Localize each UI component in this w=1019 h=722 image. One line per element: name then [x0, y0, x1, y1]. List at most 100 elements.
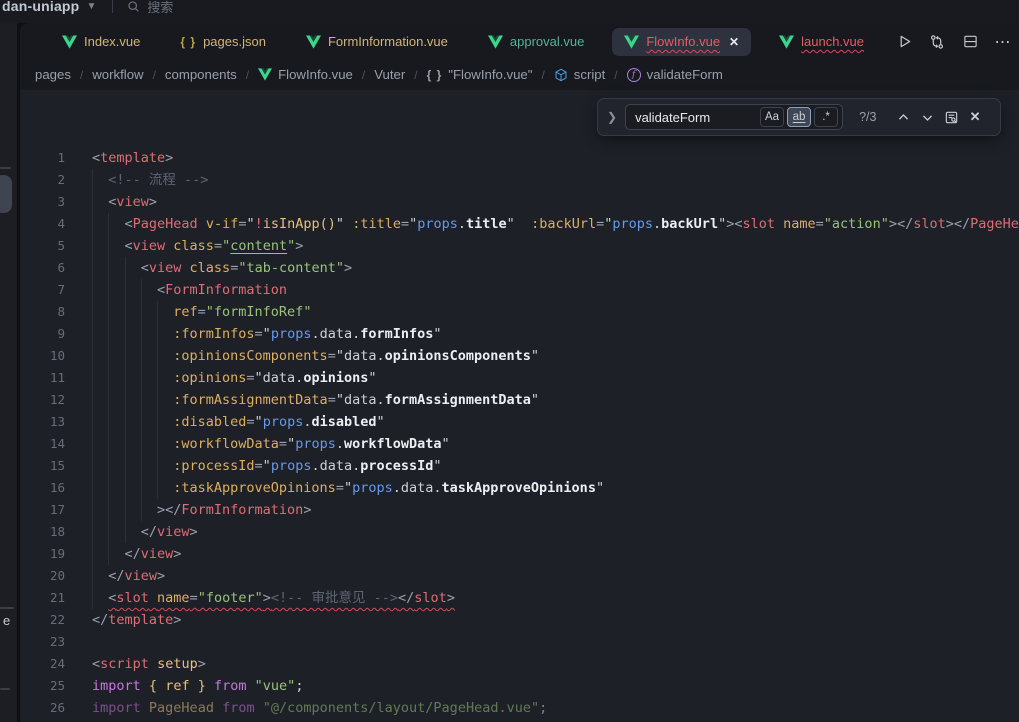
divider	[112, 0, 113, 13]
breadcrumb-item[interactable]: fvalidateForm	[625, 67, 725, 82]
vue-icon	[258, 68, 272, 81]
code-line[interactable]: 19</view>	[20, 543, 1019, 565]
breadcrumb: pages/workflow/components/FlowInfo.vue/V…	[20, 60, 1019, 89]
breadcrumb-separator: /	[407, 68, 424, 82]
code-line[interactable]: 15:processId="props.data.processId"	[20, 455, 1019, 477]
line-number: 11	[20, 367, 65, 389]
tab-label: pages.json	[203, 34, 266, 49]
breadcrumb-item[interactable]: FlowInfo.vue	[256, 67, 355, 82]
code-line[interactable]: 8ref="formInfoRef"	[20, 301, 1019, 323]
line-number: 21	[20, 587, 65, 609]
previous-match-icon[interactable]	[891, 105, 915, 129]
breadcrumb-separator: /	[239, 68, 256, 82]
code-line[interactable]: 5<view class="content">	[20, 235, 1019, 257]
code-line[interactable]: 23	[20, 631, 1019, 653]
braces-gray-icon: { }	[427, 68, 443, 82]
tab-pages-json[interactable]: { }pages.json	[160, 28, 286, 56]
breadcrumb-item[interactable]: pages	[33, 67, 73, 82]
project-selector[interactable]: dan-uniapp	[2, 0, 79, 14]
whole-word-toggle[interactable]: ab	[787, 107, 811, 127]
code-line-content: <template>	[92, 147, 173, 169]
code-line-content: <!-- 流程 -->	[92, 169, 208, 191]
code-line[interactable]: 12:formAssignmentData="data.formAssignme…	[20, 389, 1019, 411]
tab-index-vue[interactable]: Index.vue	[42, 28, 160, 56]
breadcrumb-label: workflow	[92, 67, 143, 82]
code-line[interactable]: 22</template>	[20, 609, 1019, 631]
code-line[interactable]: 7<FormInformation	[20, 279, 1019, 301]
code-line-content: :opinionsComponents="data.opinionsCompon…	[92, 345, 539, 367]
code-line[interactable]: 13:disabled="props.disabled"	[20, 411, 1019, 433]
code-line-content: :taskApproveOpinions="props.data.taskApp…	[92, 477, 604, 499]
tab-forminformation-vue[interactable]: FormInformation.vue	[286, 28, 468, 56]
vue-icon	[488, 35, 503, 49]
code-line[interactable]: 4<PageHead v-if="!isInApp()" :title="pro…	[20, 213, 1019, 235]
line-number: 26	[20, 697, 65, 719]
code-line[interactable]: 16:taskApproveOpinions="props.data.taskA…	[20, 477, 1019, 499]
close-icon[interactable]: ✕	[729, 35, 739, 49]
breadcrumb-separator: /	[146, 68, 163, 82]
search-icon	[127, 0, 140, 13]
breadcrumb-item[interactable]: { } "FlowInfo.vue"	[425, 67, 535, 82]
code-line[interactable]: 20</view>	[20, 565, 1019, 587]
chevron-down-icon: ▼	[86, 1, 96, 12]
find-query[interactable]: validateForm	[635, 110, 757, 125]
close-icon[interactable]: ✕	[963, 105, 987, 129]
regex-toggle[interactable]: .*	[814, 107, 838, 127]
vue-icon	[62, 35, 77, 49]
breadcrumb-item[interactable]: workflow	[90, 67, 145, 82]
breadcrumb-separator: /	[355, 68, 372, 82]
code-line[interactable]: 25import { ref } from "vue";	[20, 675, 1019, 697]
code-line[interactable]: 1<template>	[20, 147, 1019, 169]
code-line-content: </template>	[92, 609, 181, 631]
code-line[interactable]: 3<view>	[20, 191, 1019, 213]
breadcrumb-item[interactable]: Vuter	[372, 67, 407, 82]
global-search-placeholder: 搜索	[147, 0, 173, 16]
code-line[interactable]: 9:formInfos="props.data.formInfos"	[20, 323, 1019, 345]
code-line[interactable]: 21<slot name="footer"><!-- 审批意见 --></slo…	[20, 587, 1019, 609]
occluded-fragment	[0, 688, 10, 690]
vue-icon	[624, 35, 639, 49]
find-results-count: ?/3	[859, 110, 891, 124]
code-line-content: <FormInformation	[92, 279, 287, 301]
toggle-replace-chevron-icon[interactable]: ❯	[607, 110, 617, 124]
global-search[interactable]: 搜索	[127, 0, 173, 16]
find-input[interactable]: validateForm Aa ab .*	[625, 104, 843, 130]
breadcrumb-label: validateForm	[647, 67, 723, 82]
breadcrumb-separator: /	[534, 68, 551, 82]
match-case-toggle[interactable]: Aa	[760, 107, 784, 127]
tab-approval-vue[interactable]: approval.vue	[468, 28, 604, 56]
line-number: 4	[20, 213, 65, 235]
tab-label: launch.vue	[801, 34, 864, 49]
code-line[interactable]: 18</view>	[20, 521, 1019, 543]
code-line[interactable]: 14:workflowData="props.workflowData"	[20, 433, 1019, 455]
code-line[interactable]: 11:opinions="data.opinions"	[20, 367, 1019, 389]
compare-changes-icon[interactable]	[925, 30, 949, 54]
split-editor-icon[interactable]	[958, 30, 982, 54]
line-number: 12	[20, 389, 65, 411]
tab-flowinfo-vue[interactable]: FlowInfo.vue✕	[612, 28, 751, 56]
line-number: 14	[20, 433, 65, 455]
tab-bar: Index.vue{ }pages.json FormInformation.vu…	[20, 23, 1019, 60]
line-number: 13	[20, 411, 65, 433]
more-actions-icon[interactable]: ⋯	[991, 30, 1015, 54]
breadcrumb-item[interactable]: script	[552, 67, 608, 82]
code-line-content: ref="formInfoRef"	[92, 301, 311, 323]
code-line[interactable]: 10:opinionsComponents="data.opinionsComp…	[20, 345, 1019, 367]
code-line[interactable]: 17></FormInformation>	[20, 499, 1019, 521]
code-editor[interactable]: 1<template>2<!-- 流程 -->3<view>4<PageHead…	[20, 90, 1019, 722]
run-icon[interactable]	[892, 30, 916, 54]
breadcrumb-item[interactable]: components	[163, 67, 239, 82]
tab-launch-vue[interactable]: launch.vue	[759, 28, 884, 56]
code-line[interactable]: 24<script setup>	[20, 653, 1019, 675]
code-line[interactable]: 6<view class="tab-content">	[20, 257, 1019, 279]
code-line[interactable]: 26import PageHead from "@/components/lay…	[20, 697, 1019, 719]
line-number: 23	[20, 631, 65, 653]
line-number: 6	[20, 257, 65, 279]
occluded-fragment	[0, 175, 12, 213]
tab-label: FormInformation.vue	[328, 34, 448, 49]
breadcrumb-label: "FlowInfo.vue"	[448, 67, 532, 82]
next-match-icon[interactable]	[915, 105, 939, 129]
find-in-selection-icon[interactable]	[939, 105, 963, 129]
code-line[interactable]: 2<!-- 流程 -->	[20, 169, 1019, 191]
breadcrumb-separator: /	[607, 68, 624, 82]
